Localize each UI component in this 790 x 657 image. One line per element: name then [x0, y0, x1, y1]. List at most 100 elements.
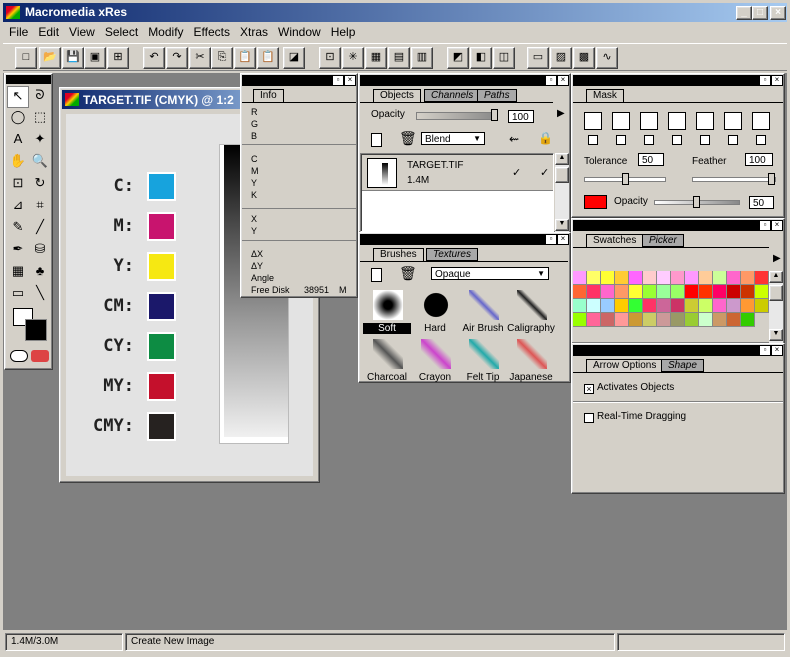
resize-icon[interactable]: ◪ — [283, 47, 305, 69]
rotate-icon[interactable]: ↻ — [29, 174, 51, 196]
swatch-cell[interactable] — [587, 285, 601, 299]
close-button[interactable]: × — [770, 6, 786, 20]
swatches-scroll-down[interactable]: ▼ — [769, 329, 783, 341]
objects-menu-arrow[interactable]: ▶ — [557, 108, 565, 119]
swatch-cell[interactable] — [615, 271, 629, 285]
swatch-cell[interactable] — [587, 299, 601, 313]
arrow-icon[interactable]: ↖ — [7, 86, 29, 108]
objects-close-button[interactable]: × — [558, 76, 568, 85]
open-icon[interactable]: 📂 — [39, 47, 61, 69]
line-icon[interactable]: ╱ — [29, 218, 51, 240]
swatch-cell[interactable] — [699, 299, 713, 313]
swatch-cell[interactable] — [755, 299, 769, 313]
mask-minimize-button[interactable]: ▫ — [760, 76, 770, 85]
tab-channels[interactable]: Channels — [424, 89, 481, 102]
mask-mode-box[interactable] — [584, 112, 602, 130]
trim-icon[interactable]: ⌗ — [29, 196, 51, 218]
brush-curve-icon[interactable]: ∿ — [596, 47, 618, 69]
mask-opacity-input[interactable]: 50 — [749, 196, 774, 209]
link-icon[interactable]: ⇜ — [509, 132, 519, 146]
swatch-cell[interactable] — [643, 285, 657, 299]
layers-icon[interactable]: ▨ — [550, 47, 572, 69]
swatch-cell[interactable] — [615, 313, 629, 327]
swatch-cell[interactable] — [657, 299, 671, 313]
objects-minimize-button[interactable]: ▫ — [546, 76, 556, 85]
info-close-button[interactable]: × — [345, 76, 355, 85]
new-brush-icon[interactable] — [371, 268, 382, 282]
brushes-minimize-button[interactable]: ▫ — [546, 235, 556, 244]
bucket-icon[interactable]: ⛁ — [29, 240, 51, 262]
brush-mode-select[interactable]: Opaque ▼ — [431, 267, 549, 280]
swatch-cell[interactable] — [699, 285, 713, 299]
mask-mode-box[interactable] — [752, 112, 770, 130]
swatch-cell[interactable] — [713, 299, 727, 313]
mask-mode-checkbox[interactable] — [728, 135, 738, 145]
undo-icon[interactable]: ↶ — [143, 47, 165, 69]
menu-help[interactable]: Help — [326, 22, 361, 42]
swatch-cell[interactable] — [657, 271, 671, 285]
tab-mask[interactable]: Mask — [586, 89, 624, 102]
screen-mode-icon[interactable]: ◩ — [447, 47, 469, 69]
swatch-cell[interactable] — [643, 271, 657, 285]
redo-icon[interactable]: ↷ — [166, 47, 188, 69]
brush-trash-icon[interactable]: 🗑 — [399, 265, 417, 282]
mask-mode-box[interactable] — [668, 112, 686, 130]
tab-shape[interactable]: Shape — [661, 359, 704, 372]
maximize-button[interactable]: □ — [752, 6, 768, 20]
swatch-cell[interactable] — [601, 271, 615, 285]
magic-wand-icon[interactable]: ✦ — [29, 130, 51, 152]
swatch-cell[interactable] — [685, 313, 699, 327]
swatch-cell[interactable] — [713, 285, 727, 299]
swatch-cell[interactable] — [741, 313, 755, 327]
felt-tip-brush-icon[interactable] — [469, 339, 499, 369]
mask-color-swatch[interactable] — [584, 195, 607, 209]
swatches-minimize-button[interactable]: ▫ — [760, 221, 770, 230]
tab-brushes[interactable]: Brushes — [373, 248, 424, 261]
menu-edit[interactable]: Edit — [33, 22, 64, 42]
caligraphy-brush-icon[interactable] — [517, 290, 547, 320]
swatch-cell[interactable] — [573, 299, 587, 313]
save-icon[interactable]: 💾 — [62, 47, 84, 69]
swatch-cell[interactable] — [657, 313, 671, 327]
swatch-cell[interactable] — [643, 313, 657, 327]
swatches-scroll-thumb[interactable] — [769, 285, 783, 301]
scroll-up-button[interactable]: ▲ — [555, 153, 569, 165]
brush-label[interactable]: Japanese — [507, 372, 555, 383]
real-time-dragging-checkbox[interactable] — [584, 413, 594, 423]
menu-effects[interactable]: Effects — [189, 22, 235, 42]
brush-label[interactable]: Crayon — [411, 372, 459, 383]
swatch-cell[interactable] — [587, 271, 601, 285]
swatch-cell[interactable] — [601, 313, 615, 327]
arrow-close-button[interactable]: × — [772, 346, 782, 355]
eraser-icon[interactable]: ▭ — [7, 284, 29, 306]
objects-opacity-slider[interactable] — [416, 109, 498, 121]
mask-mode-checkbox[interactable] — [672, 135, 682, 145]
new-file-icon[interactable]: □ — [15, 47, 37, 69]
swatch-cell[interactable] — [741, 285, 755, 299]
swatches-menu-arrow[interactable]: ▶ — [773, 253, 781, 264]
cut-icon[interactable]: ✂ — [189, 47, 211, 69]
swatch-cell[interactable] — [713, 271, 727, 285]
lasso-icon[interactable]: ᘐ — [29, 86, 51, 108]
swatch-cell[interactable] — [601, 299, 615, 313]
center-icon[interactable]: ✳ — [342, 47, 364, 69]
swatch-cell[interactable] — [629, 271, 643, 285]
mask-mode-checkbox[interactable] — [616, 135, 626, 145]
brush-label[interactable]: Soft — [363, 323, 411, 334]
mask-mode-checkbox[interactable] — [588, 135, 598, 145]
text-icon[interactable]: A — [7, 130, 29, 152]
swatch-cell[interactable] — [685, 271, 699, 285]
air-brush-brush-icon[interactable] — [469, 290, 499, 320]
mask-close-button[interactable]: × — [772, 76, 782, 85]
rect-marquee-icon[interactable]: ⬚ — [29, 108, 51, 130]
grid-icon[interactable]: ▦ — [365, 47, 387, 69]
colors-icon[interactable]: ▩ — [573, 47, 595, 69]
brush-label[interactable]: Caligraphy — [507, 323, 555, 334]
swatch-cell[interactable] — [573, 285, 587, 299]
brush-label[interactable]: Air Brush — [459, 323, 507, 334]
brushes-close-button[interactable]: × — [558, 235, 568, 244]
app-title-bar[interactable]: Macromedia xRes _ □ × — [3, 3, 787, 22]
objects-icon[interactable]: ▭ — [527, 47, 549, 69]
mask-mode-box[interactable] — [696, 112, 714, 130]
swatch-cell[interactable] — [615, 285, 629, 299]
